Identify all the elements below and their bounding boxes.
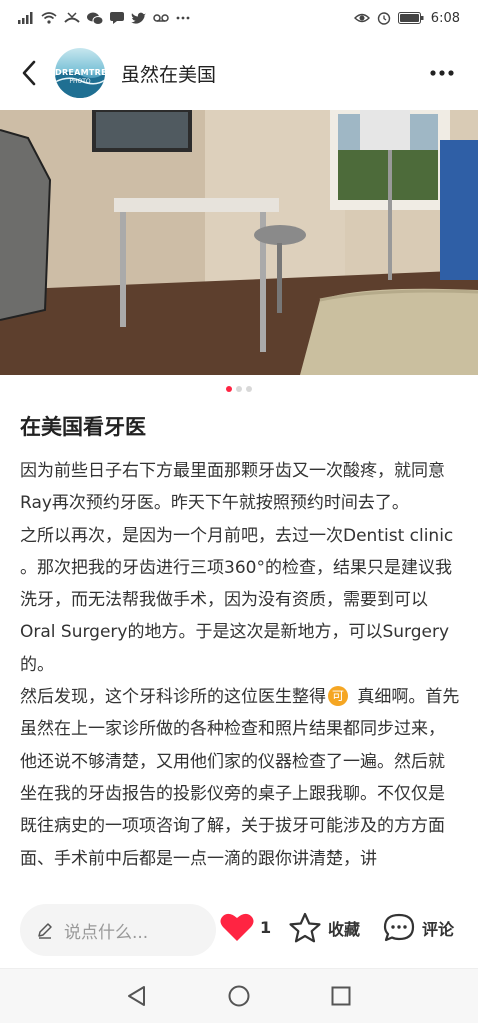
post-paragraph-3-start: 然后发现，这个牙科诊所的这位医生整得	[20, 687, 326, 708]
status-right-icons: 6:08	[353, 10, 460, 26]
post-header: DREAMTRE PHOTO 虽然在美国	[0, 40, 478, 106]
comment-placeholder: 说点什么...	[64, 922, 149, 943]
carousel-dot-1[interactable]	[226, 386, 232, 392]
system-nav-bar	[0, 968, 478, 1023]
status-left-icons	[18, 12, 190, 25]
recents-square-icon[interactable]	[329, 984, 353, 1008]
alarm-icon	[377, 12, 390, 25]
wifi-icon	[41, 12, 57, 24]
status-time: 6:08	[430, 10, 460, 26]
post-paragraph-2: 之所以再次，是因为一个月前吧，去过一次Dentist clinic 。那次把我的…	[20, 525, 454, 675]
carousel-dot-3[interactable]	[246, 386, 252, 392]
post-photo[interactable]	[0, 110, 478, 375]
carousel-dot-2[interactable]	[236, 386, 242, 392]
battery-icon	[397, 12, 424, 24]
post-paragraph-3: 然后发现，这个牙科诊所的这位医生整得可 真细啊。首先虽然在上一家诊所做的各种检查…	[20, 681, 460, 875]
comment-button[interactable]: 评论	[382, 912, 454, 944]
bottom-action-bar: 说点什么... 1 收藏 评论	[0, 888, 478, 968]
status-bar: 6:08	[0, 0, 478, 36]
missed-call-icon	[64, 12, 80, 23]
wechat-icon	[87, 12, 103, 25]
author-avatar[interactable]: DREAMTRE PHOTO	[55, 48, 105, 98]
message-icon	[110, 12, 124, 24]
heart-icon	[220, 913, 254, 941]
home-circle-icon[interactable]	[227, 984, 251, 1008]
collect-label: 收藏	[328, 920, 361, 939]
author-name[interactable]: 虽然在美国	[121, 60, 216, 87]
post-title: 在美国看牙医	[20, 415, 146, 439]
back-triangle-icon[interactable]	[125, 984, 149, 1008]
comment-label: 评论	[422, 920, 455, 939]
back-arrow-icon[interactable]	[16, 58, 44, 88]
like-count: 1	[260, 917, 272, 937]
twitter-icon	[131, 12, 146, 24]
avatar-brand-text: DREAMTRE	[55, 68, 105, 77]
comment-input[interactable]: 说点什么...	[20, 904, 216, 956]
signal-icon	[18, 12, 33, 24]
post-paragraph-1: 因为前些日子右下方最里面那颗牙齿又一次酸疼，就同意Ray再次预约牙医。昨天下午就…	[20, 461, 445, 514]
star-icon	[289, 912, 321, 943]
more-dots-icon	[176, 16, 190, 20]
post-paragraph-3-rest: 真细啊。首先虽然在上一家诊所做的各种检查和照片结果都同步过来，他还说不够清楚，又…	[20, 687, 460, 869]
pen-icon	[38, 923, 52, 939]
voicemail-icon	[153, 14, 169, 22]
eye-icon	[353, 13, 370, 23]
avatar-sub-text: PHOTO	[69, 78, 91, 85]
ke-emoji-icon: 可	[328, 686, 348, 707]
post-body: 因为前些日子右下方最里面那颗牙齿又一次酸疼，就同意Ray再次预约牙医。昨天下午就…	[20, 455, 460, 875]
comment-bubble-icon	[383, 913, 415, 942]
carousel-indicator	[0, 386, 478, 392]
more-options-icon[interactable]	[430, 70, 454, 76]
like-button[interactable]: 1	[220, 912, 271, 942]
dental-office-photo	[0, 110, 478, 375]
collect-button[interactable]: 收藏	[288, 912, 360, 944]
